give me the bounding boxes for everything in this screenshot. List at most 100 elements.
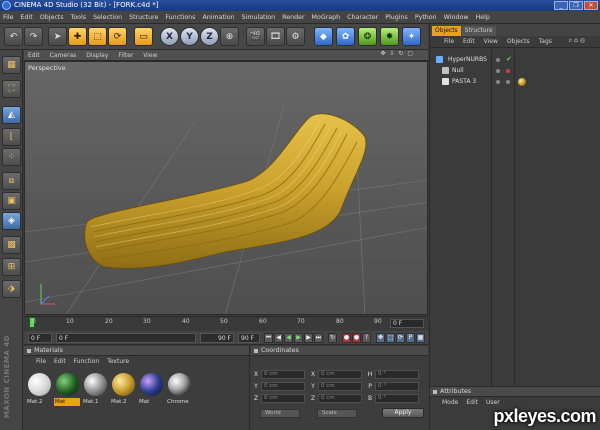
menu-mograph[interactable]: MoGraph [312,14,341,21]
menu-window[interactable]: Window [444,14,469,21]
objects-menu-file[interactable]: File [444,38,454,45]
menu-simulation[interactable]: Simulation [242,14,276,21]
keyframe-selection-icon[interactable]: ? [362,333,371,343]
object-row-null[interactable]: Null [430,65,600,76]
tweak-mode-icon[interactable]: ▩ [2,236,21,254]
min-frame-field[interactable]: 0 F [56,333,196,343]
maximize-button[interactable]: ❐ [569,1,583,10]
live-selection-icon[interactable]: ➤ [48,27,67,46]
objects-menu-objects[interactable]: Objects [507,38,530,45]
y-axis-lock-button[interactable]: Y [180,27,199,46]
visibility-dot[interactable] [496,80,500,84]
coordinate-mode-select[interactable]: World [260,409,300,418]
rotation-h-field[interactable]: 0 ° [375,370,419,379]
menu-plugins[interactable]: Plugins [385,14,408,21]
viewport-menu-cameras[interactable]: Cameras [50,52,77,59]
tab-structure[interactable]: Structure [461,26,496,36]
prev-key-icon[interactable]: ◀ [274,333,283,343]
menu-character[interactable]: Character [347,14,378,21]
undo-icon[interactable]: ↶ [4,27,23,46]
perspective-viewport[interactable]: Perspective [24,61,428,315]
go-to-start-icon[interactable]: ⏮ [264,333,273,343]
enabled-check-icon[interactable]: ✔ [506,54,512,65]
make-editable-icon[interactable]: ▦ [2,56,21,74]
objects-menu-tags[interactable]: Tags [539,38,552,45]
texture-mode-icon[interactable]: ⛶ [2,80,21,98]
render-settings-icon[interactable]: ⚙ [286,27,305,46]
size-x-field[interactable]: 0 cm [318,370,362,379]
materials-menu-texture[interactable]: Texture [107,358,129,365]
rotate-tool-icon[interactable]: ⟳ [108,27,127,46]
apply-button[interactable]: Apply [382,408,424,418]
current-frame-field[interactable]: 0 F [390,319,424,328]
points-mode-icon[interactable]: ⁘ [2,148,21,166]
rotation-b-field[interactable]: 0 ° [375,394,419,403]
menu-selection[interactable]: Selection [93,14,122,21]
array-icon[interactable]: ✸ [380,27,399,46]
snap-icon[interactable]: ⊞ [2,258,21,276]
minimize-button[interactable]: _ [554,1,568,10]
tab-objects[interactable]: Objects [432,26,461,36]
cube-primitive-icon[interactable]: ◆ [314,27,333,46]
visibility-dot[interactable] [496,58,500,62]
max-frame-field[interactable]: 90 F [200,333,234,343]
key-pla-icon[interactable]: ▦ [416,333,425,343]
play-backward-icon[interactable]: ◀ [284,333,293,343]
attributes-menu-edit[interactable]: Edit [466,399,478,406]
end-frame-field[interactable]: 90 F [238,333,260,343]
object-axis-icon[interactable]: ⌊ [2,128,21,146]
menu-functions[interactable]: Functions [165,14,195,21]
play-forward-icon[interactable]: ▶ [294,333,303,343]
move-tool-icon[interactable]: ✚ [68,27,87,46]
scale-tool-icon[interactable]: ⬚ [88,27,107,46]
position-z-field[interactable]: 0 cm [261,394,305,403]
viewport-menu-filter[interactable]: Filter [118,52,133,59]
menu-file[interactable]: File [3,14,14,21]
menu-render[interactable]: Render [282,14,304,21]
edges-mode-icon[interactable]: ⧈ [2,172,21,190]
coordinate-system-icon[interactable]: ⊕ [220,27,239,46]
menu-animation[interactable]: Animation [202,14,234,21]
visibility-dot-red[interactable] [506,69,510,73]
menu-edit[interactable]: Edit [21,14,33,21]
loop-icon[interactable]: ↻ [328,333,337,343]
frame-tool-icon[interactable]: ▭ [134,27,153,46]
next-key-icon[interactable]: ▶ [304,333,313,343]
materials-menu-edit[interactable]: Edit [54,358,66,365]
material-item[interactable]: Mat [138,373,164,406]
attributes-menu-mode[interactable]: Mode [442,399,458,406]
viewport-menu-edit[interactable]: Edit [28,52,40,59]
object-row-hypernurbs[interactable]: HyperNURBS ✔ [430,54,600,65]
objects-menu-edit[interactable]: Edit [463,38,475,45]
menu-tools[interactable]: Tools [71,14,87,21]
render-view-icon[interactable]: 🎬 [246,27,265,46]
record-icon[interactable]: ● [342,333,351,343]
position-y-field[interactable]: 0 cm [261,382,305,391]
material-tag-icon[interactable] [518,78,526,86]
rotation-p-field[interactable]: 0 ° [375,382,419,391]
key-rotation-icon[interactable]: ⟳ [396,333,405,343]
viewport-menu-view[interactable]: View [143,52,157,59]
polygons-mode-icon[interactable]: ▣ [2,192,21,210]
object-row-pasta[interactable]: PASTA 3 [430,76,600,87]
material-item[interactable]: Mat.2 [110,373,136,406]
nurbs-icon[interactable]: ❂ [358,27,377,46]
render-picture-viewer-icon[interactable]: 🎞 [266,27,285,46]
material-item[interactable]: Mat [54,373,80,406]
close-button[interactable]: ✕ [584,1,598,10]
materials-menu-function[interactable]: Function [74,358,100,365]
visibility-dot[interactable] [496,69,500,73]
timeline-ruler[interactable]: 0 10 20 30 40 50 60 70 80 90 0 F [24,316,428,330]
materials-menu-file[interactable]: File [36,358,46,365]
workplane-icon[interactable]: ⬗ [2,280,21,298]
menu-help[interactable]: Help [475,14,489,21]
size-y-field[interactable]: 0 cm [318,382,362,391]
material-item[interactable]: Mat.2 [26,373,52,406]
object-search-icon[interactable]: ⌕⌂◎ [569,37,587,45]
autokey-icon[interactable]: ● [352,333,361,343]
menu-objects[interactable]: Objects [40,14,64,21]
size-mode-select[interactable]: Scale [317,409,357,418]
spline-icon[interactable]: ✿ [336,27,355,46]
material-item[interactable]: Mat.1 [82,373,108,406]
attributes-menu-user[interactable]: User [486,399,500,406]
